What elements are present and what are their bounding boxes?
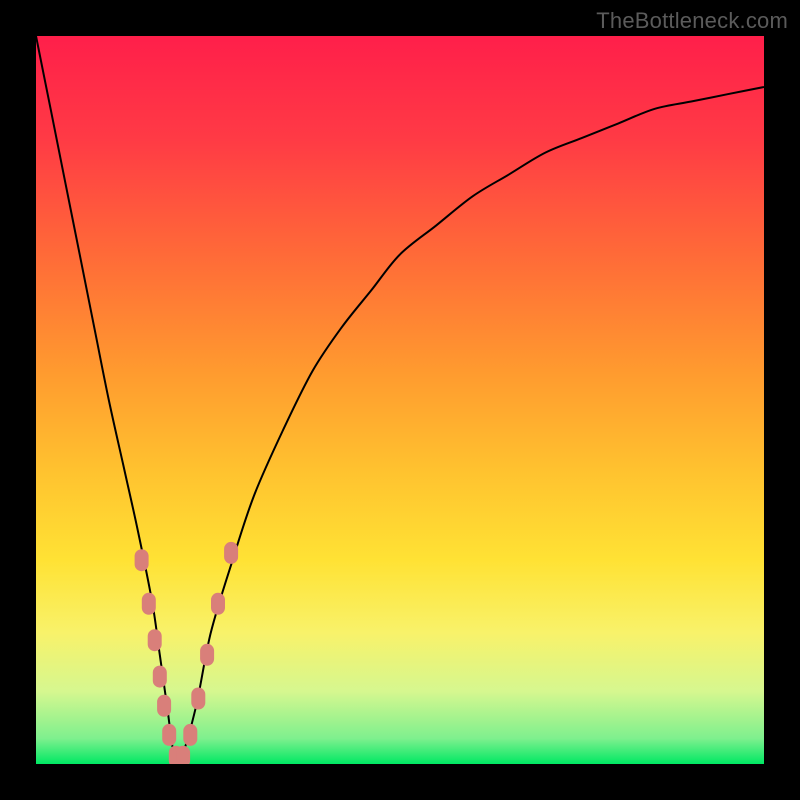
marker-point — [162, 724, 176, 746]
chart-frame: TheBottleneck.com — [0, 0, 800, 800]
marker-point — [176, 746, 190, 764]
marker-point — [153, 666, 167, 688]
marker-point — [191, 688, 205, 710]
watermark-text: TheBottleneck.com — [596, 8, 788, 34]
marker-point — [142, 593, 156, 615]
marker-point — [135, 549, 149, 571]
marker-point — [183, 724, 197, 746]
gradient-background — [36, 36, 764, 764]
marker-point — [211, 593, 225, 615]
marker-point — [157, 695, 171, 717]
marker-point — [200, 644, 214, 666]
marker-point — [148, 629, 162, 651]
bottleneck-chart — [36, 36, 764, 764]
plot-area — [36, 36, 764, 764]
marker-point — [224, 542, 238, 564]
